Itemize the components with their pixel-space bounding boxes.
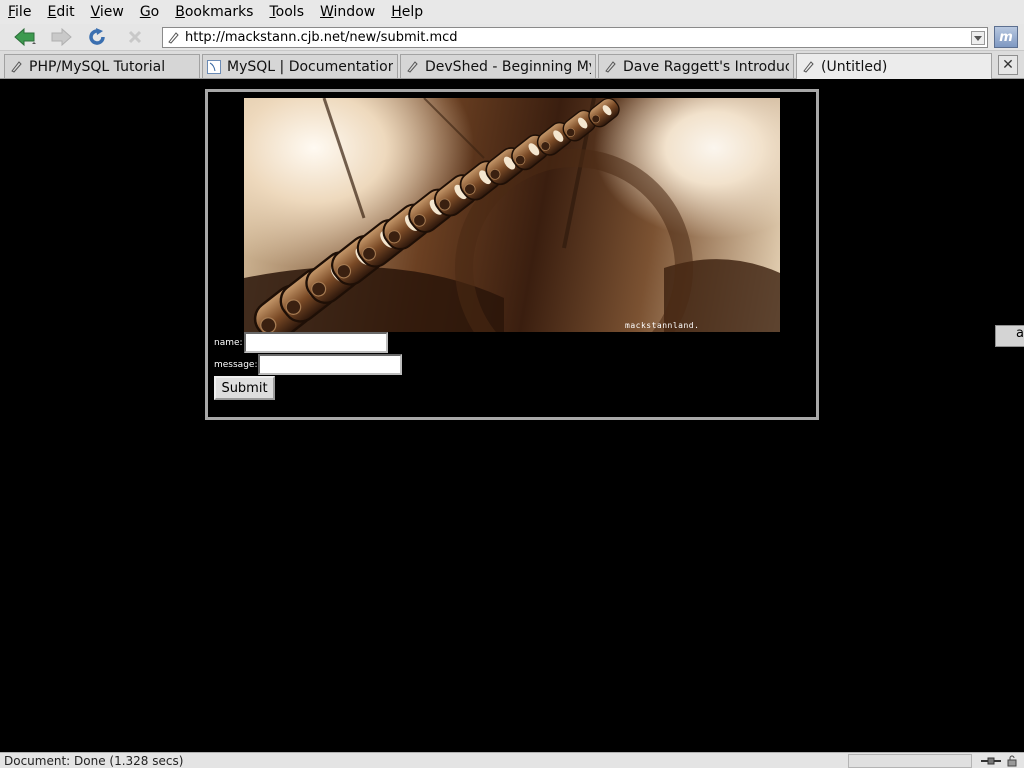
tab-label: Dave Raggett's Introduct... [623, 58, 789, 75]
close-tab-button[interactable]: ✕ [998, 55, 1018, 75]
reload-icon [89, 28, 105, 45]
side-button[interactable]: a [995, 325, 1024, 347]
menu-view[interactable]: View [89, 0, 126, 24]
banner-image: mackstannland. [244, 98, 780, 332]
tab-php-mysql-tutorial[interactable]: PHP/MySQL Tutorial [4, 54, 200, 78]
tab-mysql-documentation[interactable]: MySQL | Documentation ... [202, 54, 398, 78]
banner-caption: mackstannland. [625, 321, 700, 330]
progress-bar [848, 754, 972, 768]
tab-label: (Untitled) [821, 58, 888, 75]
page-icon [163, 28, 183, 47]
name-row: name: [214, 332, 388, 353]
message-row: message: [214, 354, 403, 375]
reload-button[interactable] [82, 25, 112, 49]
message-label: message: [214, 359, 258, 370]
forward-arrow-icon [51, 27, 72, 47]
tab-label: DevShed - Beginning My... [425, 58, 591, 75]
close-icon: ✕ [1002, 57, 1014, 73]
menu-go[interactable]: Go [138, 0, 161, 24]
tab-dave-raggett[interactable]: Dave Raggett's Introduct... [598, 54, 794, 78]
tab-strip: PHP/MySQL Tutorial MySQL | Documentation… [0, 51, 1024, 79]
bicycle-chain-illustration [244, 98, 780, 332]
menu-bar: File Edit View Go Bookmarks Tools Window… [0, 0, 1024, 24]
back-arrow-icon [14, 27, 36, 47]
menu-tools[interactable]: Tools [267, 0, 306, 24]
browser-logo-icon[interactable]: m [994, 26, 1018, 48]
menu-help[interactable]: Help [389, 0, 425, 24]
security-lock-icon[interactable] [1004, 754, 1020, 767]
status-text: Document: Done (1.328 secs) [4, 754, 184, 768]
page-icon [801, 60, 815, 74]
name-input[interactable] [243, 332, 388, 353]
navigation-toolbar: m [0, 24, 1024, 51]
menu-bookmarks[interactable]: Bookmarks [173, 0, 255, 24]
content-frame: mackstannland. name: message: Submit [205, 89, 819, 420]
menu-edit[interactable]: Edit [45, 0, 76, 24]
submit-button[interactable]: Submit [214, 376, 275, 400]
stop-button[interactable] [120, 25, 150, 49]
online-status-icon[interactable] [980, 754, 1002, 767]
tab-devshed[interactable]: DevShed - Beginning My... [400, 54, 596, 78]
page-icon [603, 60, 617, 74]
page-icon [9, 60, 23, 74]
tab-label: PHP/MySQL Tutorial [29, 58, 166, 75]
mysql-favicon-icon [207, 59, 221, 74]
page-icon [405, 60, 419, 74]
url-dropdown-icon[interactable] [969, 28, 987, 47]
back-button[interactable] [10, 25, 40, 49]
name-label: name: [214, 337, 243, 348]
tab-untitled[interactable]: (Untitled) [796, 53, 992, 79]
page-content: mackstannland. name: message: Submit a [0, 80, 1024, 752]
tab-label: MySQL | Documentation ... [227, 58, 393, 75]
status-bar: Document: Done (1.328 secs) [0, 752, 1024, 768]
url-bar[interactable] [162, 27, 988, 48]
forward-button[interactable] [46, 25, 76, 49]
message-input[interactable] [258, 354, 403, 375]
menu-file[interactable]: File [6, 0, 33, 24]
menu-window[interactable]: Window [318, 0, 377, 24]
stop-icon [128, 30, 142, 44]
url-input[interactable] [183, 28, 969, 47]
